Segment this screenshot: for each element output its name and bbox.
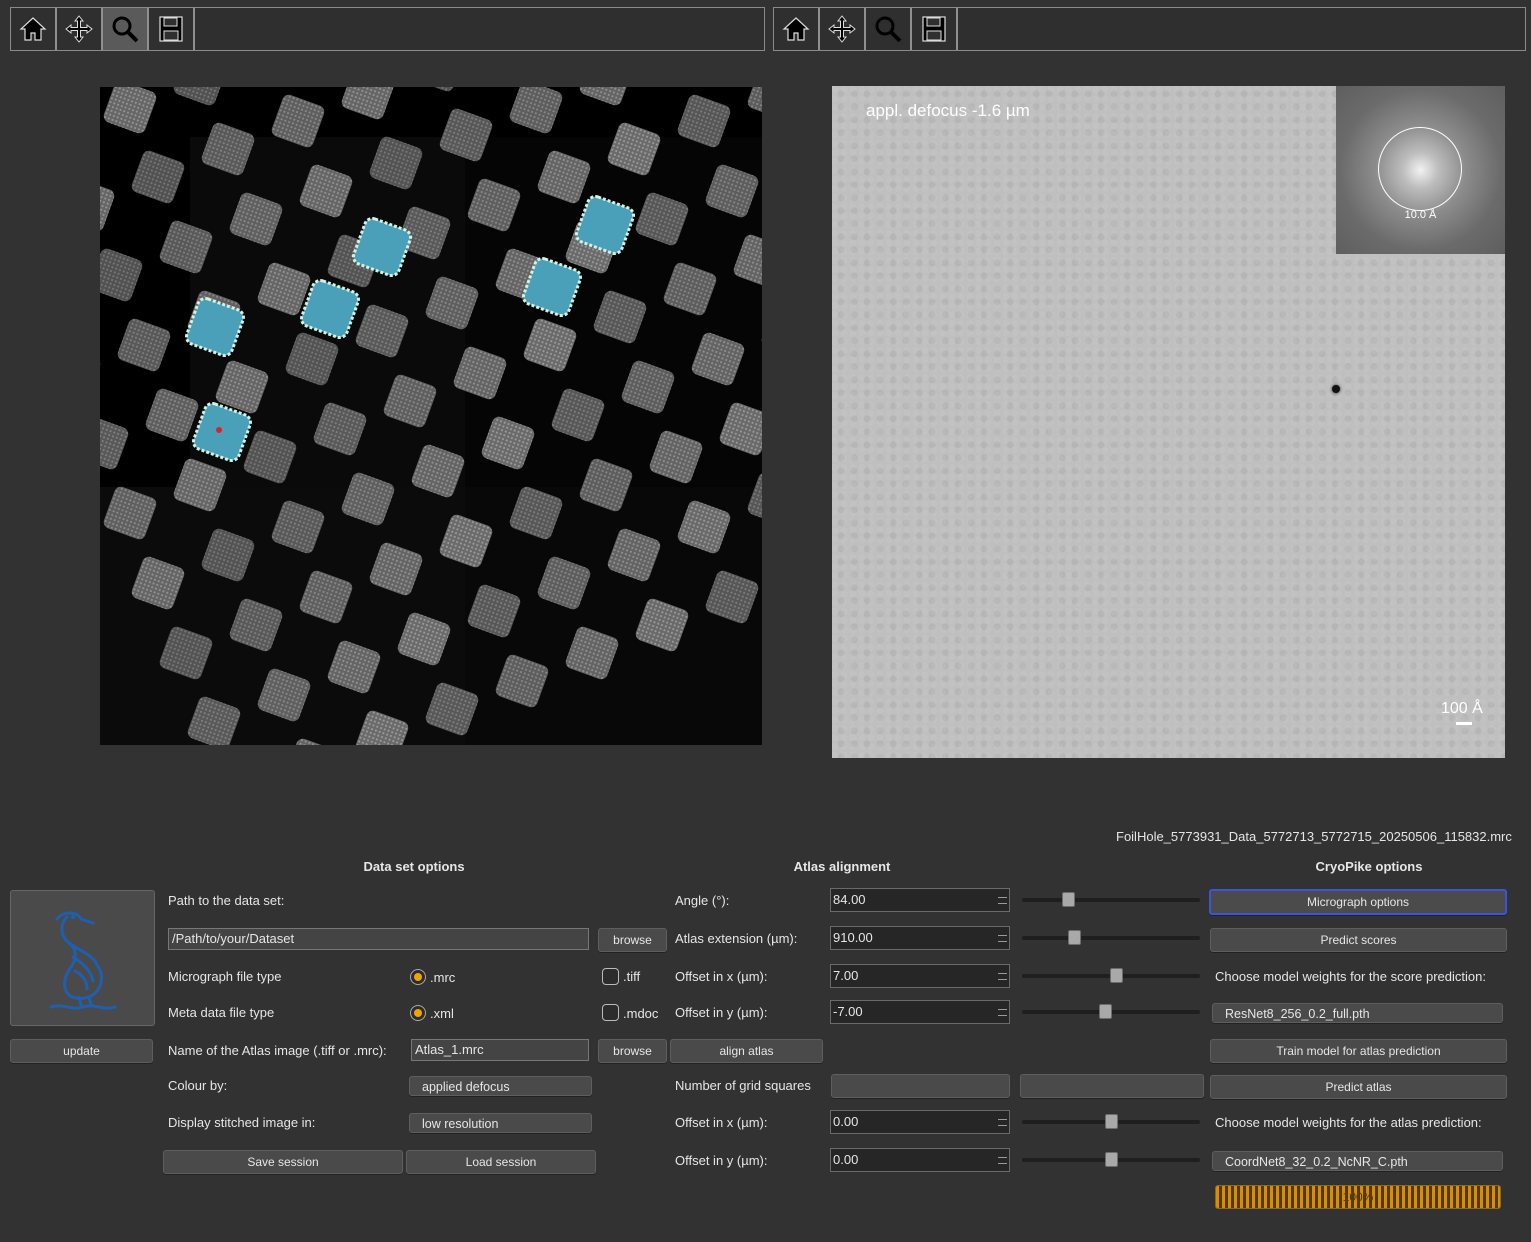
heron-icon: [49, 911, 117, 1010]
atlas-weights-select[interactable]: CoordNet8_32_0.2_NcNR_C.pth: [1212, 1151, 1503, 1171]
predict-scores-button[interactable]: Predict scores: [1210, 928, 1507, 952]
dataset-title: Data set options: [363, 859, 465, 874]
cryopike-title: CryoPike options: [1315, 859, 1423, 874]
zoom-icon[interactable]: [866, 8, 912, 50]
dataset-path-input[interactable]: /Path/to/your/Dataset: [168, 928, 589, 950]
score-weights-label: Choose model weights for the score predi…: [1215, 969, 1486, 984]
offset-x-spinbox[interactable]: 7.00: [830, 964, 1010, 988]
colour-by-label: Colour by:: [168, 1078, 228, 1093]
score-weights-select[interactable]: ResNet8_256_0.2_full.pth: [1212, 1003, 1503, 1023]
alignment-title: Atlas alignment: [793, 859, 891, 874]
grid-squares-field-2[interactable]: [1020, 1074, 1204, 1098]
resolution-ring: [1378, 127, 1462, 211]
xml-radio[interactable]: [410, 1005, 426, 1021]
save-icon[interactable]: [912, 8, 958, 50]
atlas-name-label: Name of the Atlas image (.tiff or .mrc):: [168, 1043, 387, 1058]
angle-value: 84.00: [833, 892, 866, 907]
atlas-weights-label: Choose model weights for the atlas predi…: [1215, 1115, 1482, 1130]
tiff-checkbox[interactable]: [602, 968, 619, 985]
scale-bar-label: 100 Å: [1441, 700, 1483, 717]
offset-y-spinbox[interactable]: -7.00: [830, 1000, 1010, 1024]
mdoc-checkbox[interactable]: [602, 1004, 619, 1021]
atlas-name-input[interactable]: Atlas_1.mrc: [411, 1039, 589, 1061]
display-resolution-select[interactable]: low resolution: [409, 1113, 592, 1133]
progress-label: 100%: [1342, 1190, 1374, 1204]
gold-particle: [1332, 385, 1340, 393]
grid-squares-field-1[interactable]: [831, 1074, 1010, 1098]
extension-spinbox[interactable]: 910.00: [830, 926, 1010, 950]
micrograph-image[interactable]: appl. defocus -1.6 µm 10.0 Å 100 Å: [832, 86, 1505, 758]
zoom-icon[interactable]: [103, 8, 149, 50]
offset-y-value: -7.00: [833, 1004, 863, 1019]
extension-slider[interactable]: [1022, 928, 1200, 948]
display-label: Display stitched image in:: [168, 1115, 316, 1130]
spin-arrows: [998, 930, 1007, 946]
meta-type-label: Meta data file type: [168, 1005, 275, 1020]
home-icon[interactable]: [11, 8, 57, 50]
fft-inset: 10.0 Å: [1336, 86, 1505, 254]
path-label: Path to the data set:: [168, 893, 285, 908]
angle-slider[interactable]: [1022, 890, 1200, 910]
spin-arrows: [998, 968, 1007, 984]
offset-x-value: 7.00: [833, 968, 859, 983]
progress-bar: 100%: [1215, 1185, 1501, 1209]
spin-arrows: [998, 1114, 1007, 1130]
offset-x-label: Offset in x (µm):: [675, 969, 768, 984]
defocus-label: appl. defocus -1.6 µm: [866, 101, 1030, 120]
align-atlas-button[interactable]: align atlas: [670, 1039, 823, 1063]
grid-squares-label: Number of grid squares: [675, 1078, 811, 1093]
spin-arrows: [998, 892, 1007, 908]
right-plot-toolbar: [773, 7, 1526, 51]
angle-spinbox[interactable]: 84.00: [830, 888, 1010, 912]
offset-x2-spinbox[interactable]: 0.00: [830, 1110, 1010, 1134]
xml-label: .xml: [430, 1006, 454, 1021]
offset-y-label: Offset in y (µm):: [675, 1005, 768, 1020]
micrograph-type-label: Micrograph file type: [168, 969, 282, 984]
pan-icon[interactable]: [820, 8, 866, 50]
extension-label: Atlas extension (µm):: [675, 931, 798, 946]
predict-atlas-button[interactable]: Predict atlas: [1210, 1075, 1507, 1099]
offset-y-slider[interactable]: [1022, 1002, 1200, 1022]
atlas-image[interactable]: [100, 87, 762, 745]
offset-y2-spinbox[interactable]: 0.00: [830, 1148, 1010, 1172]
selected-hole-marker: [216, 427, 222, 433]
offset-x-slider[interactable]: [1022, 966, 1200, 986]
offset-x2-label: Offset in x (µm):: [675, 1115, 768, 1130]
update-button[interactable]: update: [10, 1039, 153, 1063]
micrograph-filename: FoilHole_5773931_Data_5772713_5772715_20…: [1116, 829, 1512, 844]
load-session-button[interactable]: Load session: [406, 1150, 596, 1174]
scale-bar: [1456, 722, 1472, 725]
browse-dataset-button[interactable]: browse: [598, 928, 667, 952]
train-model-button[interactable]: Train model for atlas prediction: [1210, 1039, 1507, 1063]
pan-icon[interactable]: [57, 8, 103, 50]
offset-x2-value: 0.00: [833, 1114, 859, 1129]
spin-arrows: [998, 1152, 1007, 1168]
offset-y2-label: Offset in y (µm):: [675, 1153, 768, 1168]
fft-resolution-label: 10.0 Å: [1404, 209, 1437, 221]
offset-x2-slider[interactable]: [1022, 1112, 1200, 1132]
save-icon[interactable]: [149, 8, 195, 50]
micrograph-options-button[interactable]: Micrograph options: [1209, 889, 1507, 915]
mrc-label: .mrc: [430, 970, 456, 985]
mrc-radio[interactable]: [410, 969, 426, 985]
tiff-label: .tiff: [623, 969, 641, 984]
extension-value: 910.00: [833, 930, 873, 945]
browse-atlas-button[interactable]: browse: [598, 1039, 667, 1063]
offset-y2-slider[interactable]: [1022, 1150, 1200, 1170]
save-session-button[interactable]: Save session: [163, 1150, 403, 1174]
colour-by-select[interactable]: applied defocus: [409, 1076, 592, 1096]
mdoc-label: .mdoc: [623, 1006, 659, 1021]
left-plot-toolbar: [10, 7, 765, 51]
angle-label: Angle (°):: [675, 893, 730, 908]
offset-y2-value: 0.00: [833, 1152, 859, 1167]
heron-logo-button[interactable]: [10, 890, 155, 1026]
spin-arrows: [998, 1004, 1007, 1020]
home-icon[interactable]: [774, 8, 820, 50]
